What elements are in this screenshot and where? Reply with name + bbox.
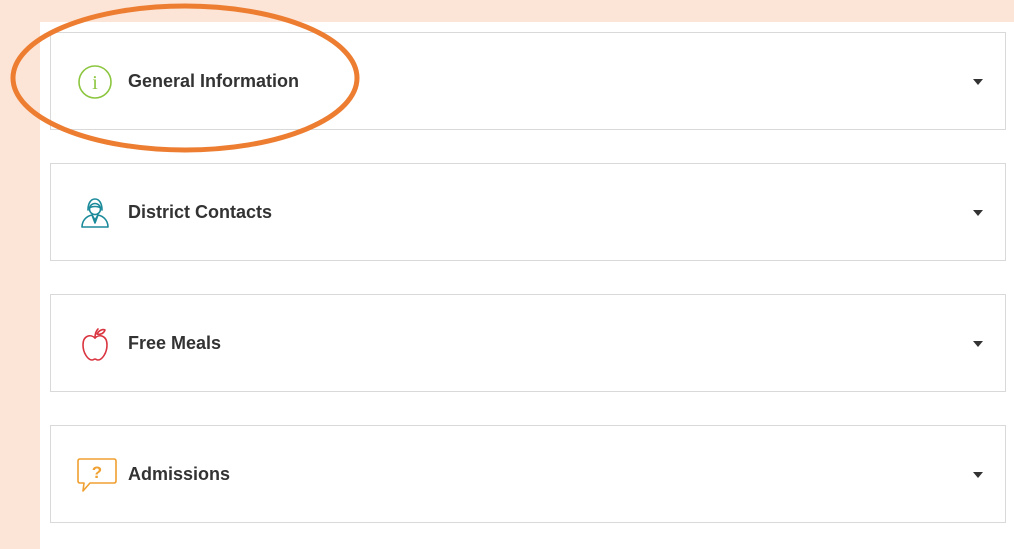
chevron-down-icon[interactable] <box>973 210 983 216</box>
chevron-down-icon[interactable] <box>973 341 983 347</box>
accordion-label-general-information: General Information <box>128 71 300 91</box>
svg-text:i: i <box>92 72 98 94</box>
accordion-free-meals[interactable]: Free Meals <box>50 294 1006 392</box>
accordion-admissions[interactable]: ? Admissions <box>50 425 1006 523</box>
accordion-label-free-meals: Free Meals <box>128 333 222 353</box>
chevron-down-icon[interactable] <box>973 79 983 85</box>
chevron-down-icon[interactable] <box>973 472 983 478</box>
info-circle-icon: i <box>76 63 114 101</box>
svg-text:?: ? <box>92 463 102 482</box>
question-bubble-icon: ? <box>76 456 117 494</box>
accordion-label-district-contacts: District Contacts <box>128 202 273 222</box>
person-contact-icon <box>76 194 114 232</box>
content-panel: i General Information District Contacts <box>40 22 1014 549</box>
apple-icon <box>76 325 114 363</box>
accordion-label-admissions: Admissions <box>128 464 231 484</box>
accordion-district-contacts[interactable]: District Contacts <box>50 163 1006 261</box>
accordion-general-information[interactable]: i General Information <box>50 32 1006 130</box>
